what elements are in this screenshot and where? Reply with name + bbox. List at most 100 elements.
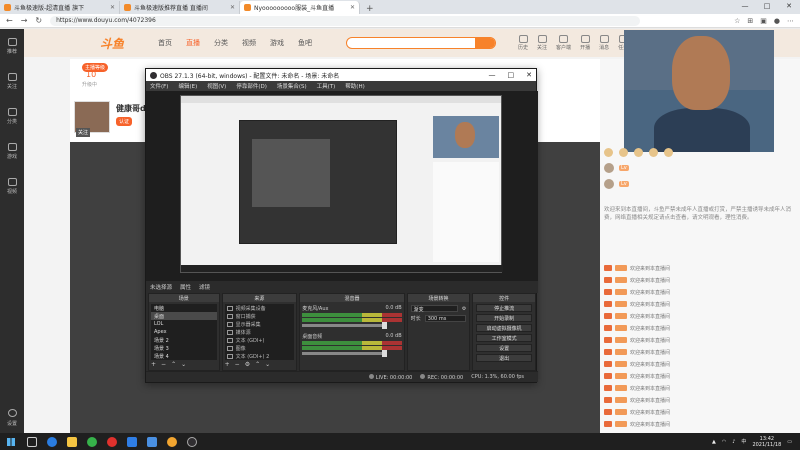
menu-tools[interactable]: 工具(T) xyxy=(317,82,336,90)
taskbar-app[interactable] xyxy=(82,433,102,450)
back-icon[interactable]: ← xyxy=(6,16,13,25)
close-tab-icon[interactable]: ✕ xyxy=(110,4,115,11)
duration-input[interactable]: 300 ms xyxy=(424,315,467,322)
menu-edit[interactable]: 编辑(E) xyxy=(178,82,197,90)
tray-icon[interactable]: ▲ xyxy=(712,439,716,445)
settings-button[interactable]: 设置 xyxy=(476,344,533,352)
browser-tab-1[interactable]: 斗鱼极速版-超清直播 旗下 ✕ xyxy=(0,1,120,14)
virtual-camera-button[interactable]: 启动虚拟摄像机 xyxy=(476,324,533,332)
wifi-icon[interactable]: ◠ xyxy=(722,439,726,445)
new-tab-button[interactable]: + xyxy=(360,4,380,14)
douyu-logo[interactable]: 斗鱼 xyxy=(100,35,124,52)
message-button[interactable]: 消息 xyxy=(599,35,609,51)
close-window-button[interactable]: ✕ xyxy=(778,0,800,12)
close-tab-icon[interactable]: ✕ xyxy=(350,4,355,11)
obs-preview[interactable] xyxy=(146,91,538,281)
clock[interactable]: 13:42 2021/11/18 xyxy=(752,436,781,448)
studio-mode-button[interactable]: 工作室模式 xyxy=(476,334,533,342)
search-button[interactable] xyxy=(475,38,496,48)
scene-item[interactable]: 场景 3 xyxy=(151,344,217,352)
remove-icon[interactable]: − xyxy=(235,361,240,369)
profile-icon[interactable]: ● xyxy=(774,17,780,25)
menu-icon[interactable]: ⋯ xyxy=(787,17,794,25)
start-button[interactable] xyxy=(0,433,22,450)
gift-icon[interactable] xyxy=(664,148,673,157)
source-item[interactable]: 文本 (GDI+) 2 xyxy=(225,352,295,360)
source-item[interactable]: 视频采集设备 xyxy=(225,304,295,312)
obs-minimize-button[interactable]: — xyxy=(489,71,496,79)
nav-live[interactable]: 直播 xyxy=(186,38,200,48)
notification-icon[interactable]: ▭ xyxy=(787,439,792,445)
extensions-icon[interactable]: ⊞ xyxy=(747,17,753,25)
star-icon[interactable]: ☆ xyxy=(734,17,740,25)
up-icon[interactable]: ⌃ xyxy=(255,361,260,369)
rail-item-video[interactable]: 视频 xyxy=(0,169,24,204)
obs-maximize-button[interactable]: □ xyxy=(508,71,515,79)
follow-button[interactable]: 关注 xyxy=(537,35,547,51)
scene-item[interactable]: Apex xyxy=(151,328,217,336)
taskbar-app[interactable] xyxy=(142,433,162,450)
taskbar-app[interactable] xyxy=(42,433,62,450)
forward-icon[interactable]: → xyxy=(21,16,28,25)
ime-indicator[interactable]: 中 xyxy=(741,438,746,445)
gift-icon[interactable] xyxy=(634,148,643,157)
gear-icon[interactable]: ⚙ xyxy=(245,361,250,369)
scene-item-selected[interactable]: 桌面 xyxy=(151,312,217,320)
volume-slider[interactable] xyxy=(302,350,387,357)
scene-item[interactable]: 场景 2 xyxy=(151,336,217,344)
nav-home[interactable]: 首页 xyxy=(158,38,172,48)
start-live-button[interactable]: 开播 xyxy=(580,35,590,51)
client-button[interactable]: 客户端 xyxy=(556,35,571,51)
exit-button[interactable]: 退出 xyxy=(476,354,533,362)
search-input[interactable] xyxy=(346,37,497,49)
rail-item-follow[interactable]: 关注 xyxy=(0,64,24,99)
maximize-button[interactable]: □ xyxy=(756,0,778,12)
source-item[interactable]: 文本 (GDI+) xyxy=(225,336,295,344)
url-field[interactable]: https://www.douyu.com/4072396 xyxy=(50,15,641,26)
menu-view[interactable]: 视图(V) xyxy=(207,82,226,90)
add-icon[interactable]: + xyxy=(225,361,230,369)
rail-item-category[interactable]: 分类 xyxy=(0,99,24,134)
close-tab-icon[interactable]: ✕ xyxy=(230,4,235,11)
remove-icon[interactable]: − xyxy=(161,361,166,369)
history-button[interactable]: 历史 xyxy=(518,35,528,51)
properties-button[interactable]: 属性 xyxy=(180,283,191,291)
start-recording-button[interactable]: 开始录制 xyxy=(476,314,533,322)
scene-item[interactable]: 场景 4 xyxy=(151,352,217,360)
source-item[interactable]: 窗口捕获 xyxy=(225,312,295,320)
source-item[interactable]: 显示器采集 xyxy=(225,320,295,328)
source-item[interactable]: 图像 xyxy=(225,344,295,352)
down-icon[interactable]: ⌄ xyxy=(265,361,270,369)
menu-file[interactable]: 文件(F) xyxy=(150,82,168,90)
fan-avatar[interactable] xyxy=(604,179,614,189)
fan-avatar[interactable] xyxy=(604,163,614,173)
taskbar-app[interactable] xyxy=(102,433,122,450)
transition-select[interactable]: 渐变 xyxy=(410,305,458,313)
gift-icon[interactable] xyxy=(649,148,658,157)
minimize-button[interactable]: — xyxy=(734,0,756,12)
volume-slider[interactable] xyxy=(302,322,387,329)
up-icon[interactable]: ⌃ xyxy=(171,361,176,369)
obs-close-button[interactable]: ✕ xyxy=(526,71,532,79)
collections-icon[interactable]: ▣ xyxy=(760,17,767,25)
rail-item-game[interactable]: 游戏 xyxy=(0,134,24,169)
browser-tab-2[interactable]: 斗鱼极速版推荐直播 直播间 ✕ xyxy=(120,1,240,14)
gift-icon[interactable] xyxy=(604,148,613,157)
volume-icon[interactable]: ♪ xyxy=(732,439,735,445)
taskbar-app[interactable] xyxy=(122,433,142,450)
filters-button[interactable]: 滤镜 xyxy=(199,283,210,291)
menu-scene-collection[interactable]: 场景集合(S) xyxy=(277,82,307,90)
anchor-follow-tag[interactable]: 关注 xyxy=(76,128,91,137)
taskbar-app[interactable] xyxy=(22,433,42,450)
add-icon[interactable]: + xyxy=(151,361,156,369)
menu-docks[interactable]: 停靠部件(D) xyxy=(236,82,267,90)
menu-help[interactable]: 帮助(H) xyxy=(345,82,364,90)
nav-game[interactable]: 游戏 xyxy=(270,38,284,48)
refresh-icon[interactable]: ↻ xyxy=(35,16,42,25)
nav-video[interactable]: 视频 xyxy=(242,38,256,48)
taskbar-app-obs[interactable] xyxy=(182,433,202,450)
nav-fishbar[interactable]: 鱼吧 xyxy=(298,38,312,48)
gift-icon[interactable] xyxy=(619,148,628,157)
source-item[interactable]: 媒体源 xyxy=(225,328,295,336)
nav-category[interactable]: 分类 xyxy=(214,38,228,48)
